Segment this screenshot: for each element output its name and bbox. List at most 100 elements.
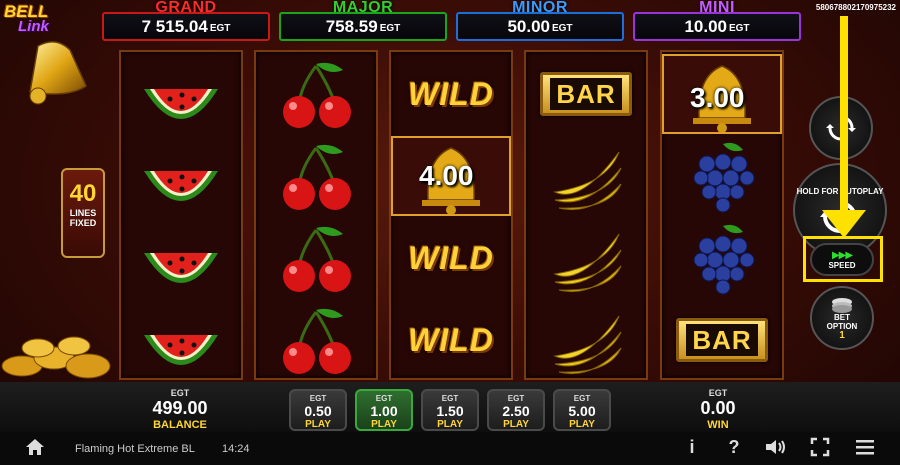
logo-line2: Link	[18, 18, 49, 35]
bet-option-label: BET	[834, 312, 850, 322]
bet-option-value: 1	[839, 329, 845, 341]
bet-button-5-00[interactable]: EGT 5.00 PLAY	[553, 389, 611, 431]
bet-button-2-50[interactable]: EGT 2.50 PLAY	[487, 389, 545, 431]
reel-2-cell	[256, 136, 376, 216]
bet-value: 2.50	[502, 403, 530, 419]
reel-4-cell	[526, 136, 646, 216]
watermelon-icon	[144, 89, 218, 119]
jackpot-grand: GRAND 7 515.04 EGT	[102, 0, 270, 44]
game-name: Flaming Hot Extreme BL	[75, 442, 195, 455]
bet-action: PLAY	[371, 419, 397, 430]
wild-symbol: WILD	[408, 321, 494, 358]
bet-currency: EGT	[375, 394, 393, 403]
lines-label: LINES	[69, 208, 97, 218]
fullscreen-icon[interactable]	[810, 437, 834, 457]
cherries-icon	[283, 144, 351, 210]
reel-4: BAR	[524, 50, 648, 380]
annotation-highlight-box	[803, 236, 883, 282]
bet-button-1-50[interactable]: EGT 1.50 PLAY	[421, 389, 479, 431]
jackpot-minor: MINOR 50.00 EGT	[456, 0, 624, 44]
bet-action: PLAY	[569, 419, 595, 430]
session-id: 580678802170975232	[815, 3, 896, 12]
reel-2-cell	[256, 218, 376, 298]
bet-option-button[interactable]: BET OPTION 1	[810, 286, 874, 350]
reel-1	[119, 50, 243, 380]
home-icon[interactable]	[24, 437, 48, 457]
reel-1-cell	[121, 218, 241, 298]
reel-1-cell	[121, 54, 241, 134]
win-display: EGT 0.00 WIN	[678, 388, 758, 431]
win-value: 0.00	[700, 398, 736, 418]
wild-symbol: WILD	[408, 239, 494, 276]
bar-text: BAR	[686, 324, 758, 356]
reel-5-cell-bell: 3.00	[662, 54, 782, 134]
cherries-icon	[283, 308, 351, 374]
reel-4-cell	[526, 218, 646, 298]
bet-value: 1.50	[436, 403, 464, 419]
bet-value: 0.50	[304, 403, 332, 419]
win-label: WIN	[707, 419, 729, 431]
bet-value: 5.00	[568, 403, 596, 419]
watermelon-icon	[144, 171, 218, 201]
reel-2-cell	[256, 300, 376, 380]
lines-count: 40	[69, 180, 97, 207]
jackpot-mini: MINI 10.00 EGT	[633, 0, 801, 44]
reel-3-cell-bell: 4.00	[391, 136, 511, 216]
bet-value: 1.00	[370, 403, 398, 419]
reel-3-cell: WILD	[391, 300, 511, 380]
reel-2	[254, 50, 378, 380]
jackpot-mini-value: 10.00	[684, 16, 727, 36]
clock: 14:24	[222, 442, 250, 455]
bet-action: PLAY	[503, 419, 529, 430]
info-icon[interactable]: i	[680, 437, 704, 458]
jackpot-major-currency: EGT	[379, 23, 401, 34]
game-screen: BELL Link GRAND 7 515.04 EGT MAJOR 758.59…	[0, 0, 900, 465]
bet-action: PLAY	[305, 419, 331, 430]
reel-3-cell: WILD	[391, 54, 511, 134]
cherries-icon	[283, 62, 351, 128]
bet-currency: EGT	[573, 394, 591, 403]
jackpot-minor-value: 50.00	[507, 16, 550, 36]
chips-icon	[832, 297, 852, 313]
wild-symbol: WILD	[408, 75, 494, 112]
coins-icon	[1, 336, 111, 379]
bananas-icon	[553, 151, 622, 211]
reel-5: 3.00 BAR	[660, 50, 784, 380]
reel-4-cell: BAR	[526, 54, 646, 134]
bananas-icon	[553, 233, 622, 293]
bar-symbol: BAR	[540, 72, 632, 116]
bet-currency: EGT	[309, 394, 327, 403]
balance-value: 499.00	[152, 398, 208, 418]
reel-1-cell	[121, 300, 241, 380]
reel-5-cell: BAR	[662, 300, 782, 380]
watermelon-icon	[144, 253, 218, 283]
annotation-arrow-shaft	[840, 16, 848, 216]
sound-icon[interactable]	[764, 437, 788, 457]
reel-5-cell	[662, 136, 782, 216]
bell-decoration-icon	[29, 41, 87, 105]
reel-2-cell	[256, 54, 376, 134]
bar-symbol: BAR	[676, 318, 768, 362]
bar-text: BAR	[550, 78, 622, 110]
bet-button-1-00[interactable]: EGT 1.00 PLAY	[355, 389, 413, 431]
grapes-icon	[693, 224, 755, 295]
cherries-icon	[283, 226, 351, 292]
annotation-arrow-icon	[822, 210, 866, 238]
watermelon-icon	[144, 335, 218, 365]
menu-icon[interactable]	[854, 437, 878, 457]
jackpot-mini-currency: EGT	[728, 23, 750, 34]
reel-3-cell: WILD	[391, 218, 511, 298]
reel-5-cell	[662, 218, 782, 298]
bet-button-0-50[interactable]: EGT 0.50 PLAY	[289, 389, 347, 431]
bell-value: 4.00	[419, 160, 474, 191]
bet-currency: EGT	[507, 394, 525, 403]
reel-4-cell	[526, 300, 646, 380]
bet-action: PLAY	[437, 419, 463, 430]
jackpot-grand-value: 7 515.04	[141, 16, 208, 36]
bell-value: 3.00	[690, 82, 745, 113]
lines-indicator: 40 LINES FIXED	[61, 168, 105, 258]
bananas-icon	[553, 315, 622, 375]
help-icon[interactable]: ?	[722, 437, 746, 458]
jackpot-major: MAJOR 758.59 EGT	[279, 0, 447, 44]
lines-fixed-label: FIXED	[69, 218, 97, 228]
